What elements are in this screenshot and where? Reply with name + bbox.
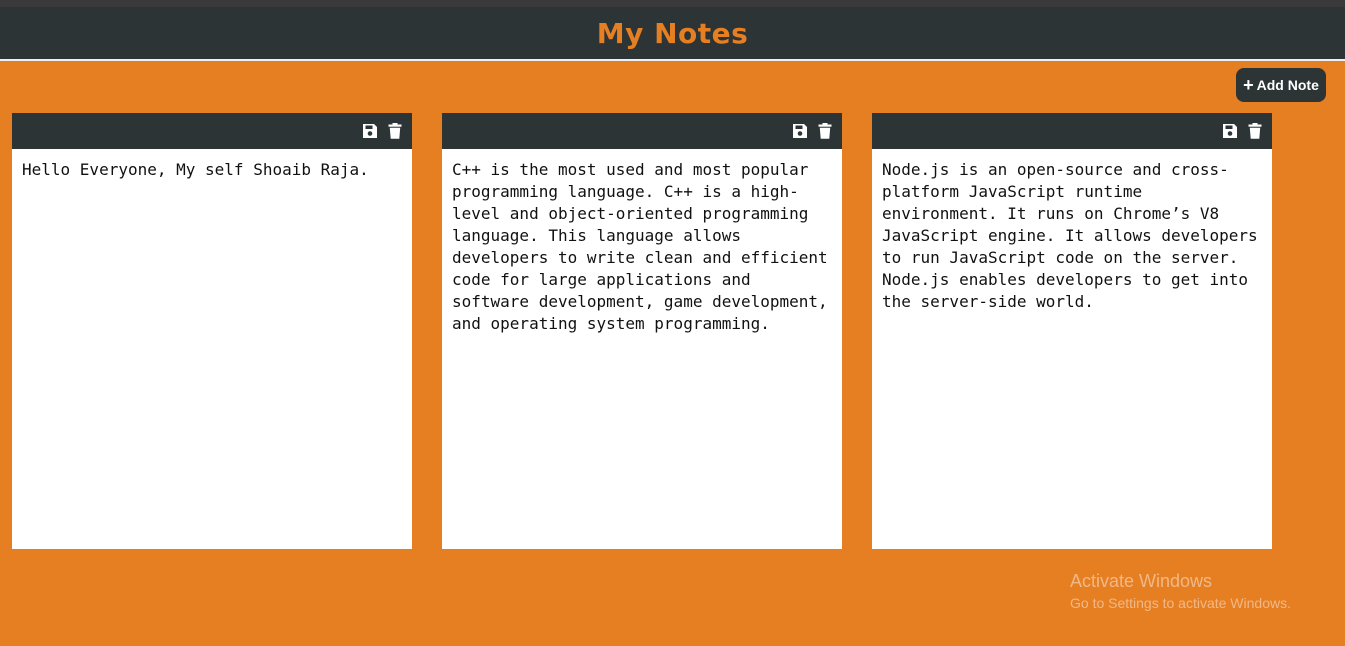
note-toolbar xyxy=(442,113,842,149)
app-header: My Notes xyxy=(0,7,1345,61)
add-note-button[interactable]: + Add Note xyxy=(1236,68,1326,102)
note-text[interactable]: C++ is the most used and most popular pr… xyxy=(442,149,842,549)
save-icon[interactable] xyxy=(1222,123,1238,139)
save-icon[interactable] xyxy=(362,123,378,139)
save-icon[interactable] xyxy=(792,123,808,139)
note-text[interactable]: Node.js is an open-source and cross-plat… xyxy=(872,149,1272,549)
add-note-label: Add Note xyxy=(1256,77,1319,93)
activate-windows-watermark: Activate Windows Go to Settings to activ… xyxy=(1070,571,1291,611)
note-text[interactable]: Hello Everyone, My self Shoaib Raja. xyxy=(12,149,412,549)
note-card: Node.js is an open-source and cross-plat… xyxy=(872,113,1272,549)
note-card: C++ is the most used and most popular pr… xyxy=(442,113,842,549)
note-toolbar xyxy=(12,113,412,149)
watermark-subtitle: Go to Settings to activate Windows. xyxy=(1070,595,1291,611)
browser-top-strip xyxy=(0,0,1345,7)
plus-icon: + xyxy=(1243,75,1254,95)
trash-icon[interactable] xyxy=(387,123,403,139)
watermark-title: Activate Windows xyxy=(1070,571,1213,591)
trash-icon[interactable] xyxy=(1247,123,1263,139)
note-toolbar xyxy=(872,113,1272,149)
page-title: My Notes xyxy=(596,16,749,50)
note-card: Hello Everyone, My self Shoaib Raja. xyxy=(12,113,412,549)
trash-icon[interactable] xyxy=(817,123,833,139)
